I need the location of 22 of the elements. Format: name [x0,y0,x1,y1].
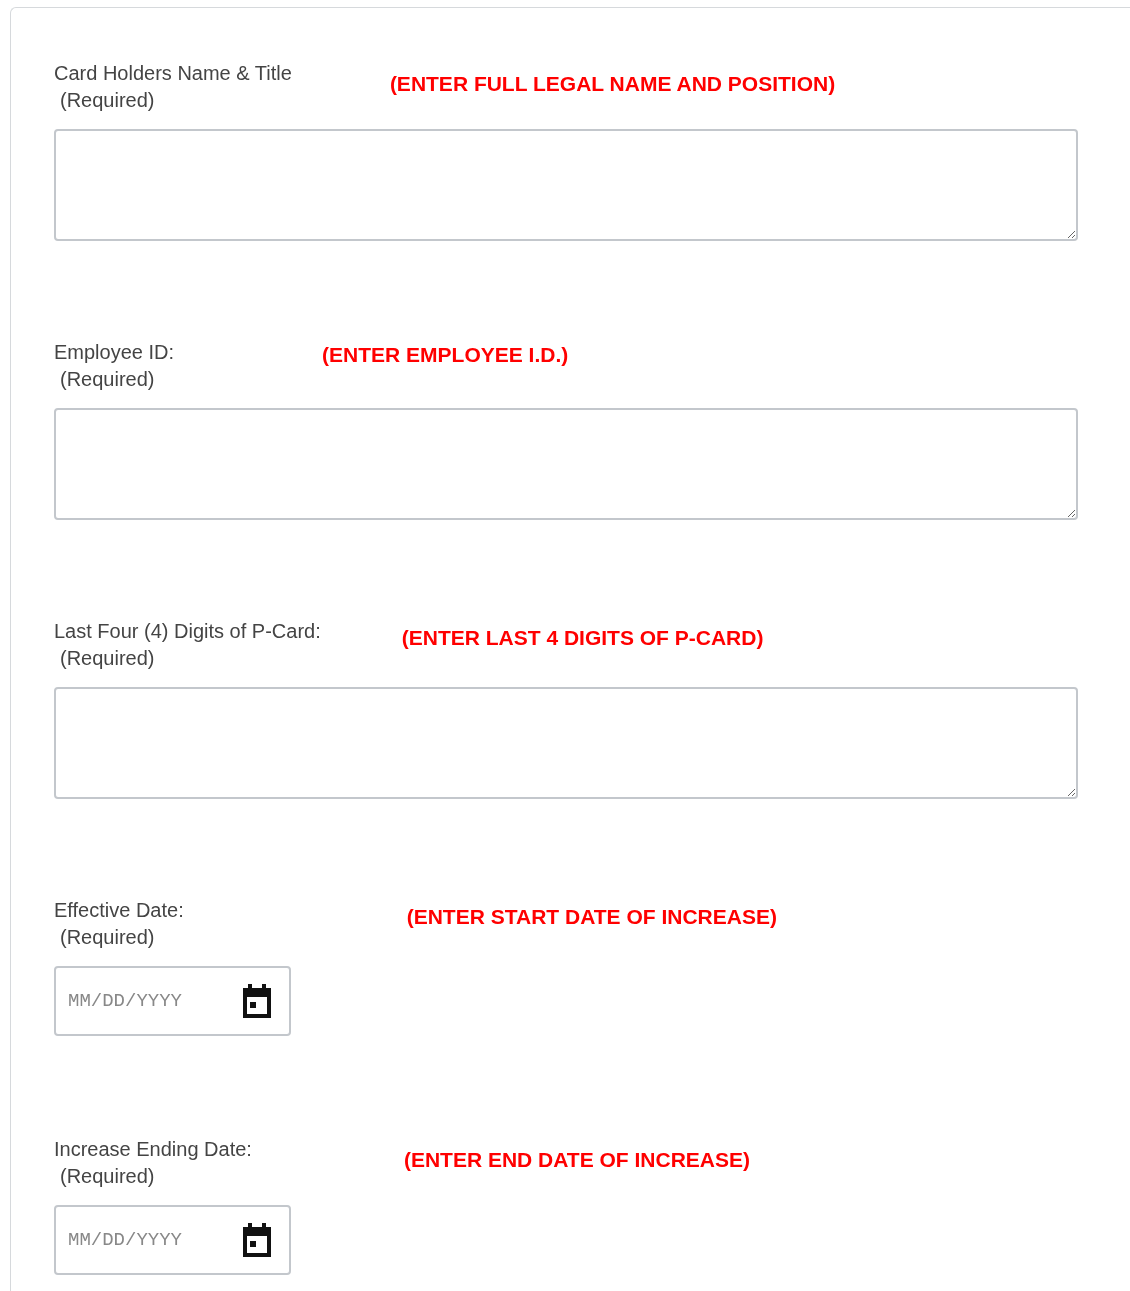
calendar-icon[interactable] [241,1223,273,1257]
text-area[interactable] [54,129,1078,241]
field-label: Employee ID: [54,340,175,365]
required-note: (Required) [59,646,156,671]
instruction-text: (ENTER START DATE OF INCREASE) [406,905,777,928]
text-area[interactable] [54,408,1078,520]
instruction-text: (ENTER EMPLOYEE I.D.) [322,343,569,366]
required-note: (Required) [59,88,156,113]
instruction-text: (ENTER FULL LEGAL NAME AND POSITION) [389,72,836,95]
text-area[interactable] [54,687,1078,799]
instruction-text: (ENTER LAST 4 DIGITS OF P-CARD) [401,626,764,649]
field-label: Last Four (4) Digits of P-Card: [54,619,321,644]
required-note: (Required) [59,925,156,950]
field-label: Card Holders Name & Title [54,61,292,86]
instruction-text: (ENTER END DATE OF INCREASE) [403,1148,751,1171]
field-label: Increase Ending Date: [54,1137,252,1162]
date-field[interactable]: MM/DD/YYYY [54,966,291,1036]
calendar-icon[interactable] [241,984,273,1018]
field-label: Effective Date: [54,898,184,923]
required-note: (Required) [59,367,156,392]
required-note: (Required) [59,1164,156,1189]
date-field[interactable]: MM/DD/YYYY [54,1205,291,1275]
